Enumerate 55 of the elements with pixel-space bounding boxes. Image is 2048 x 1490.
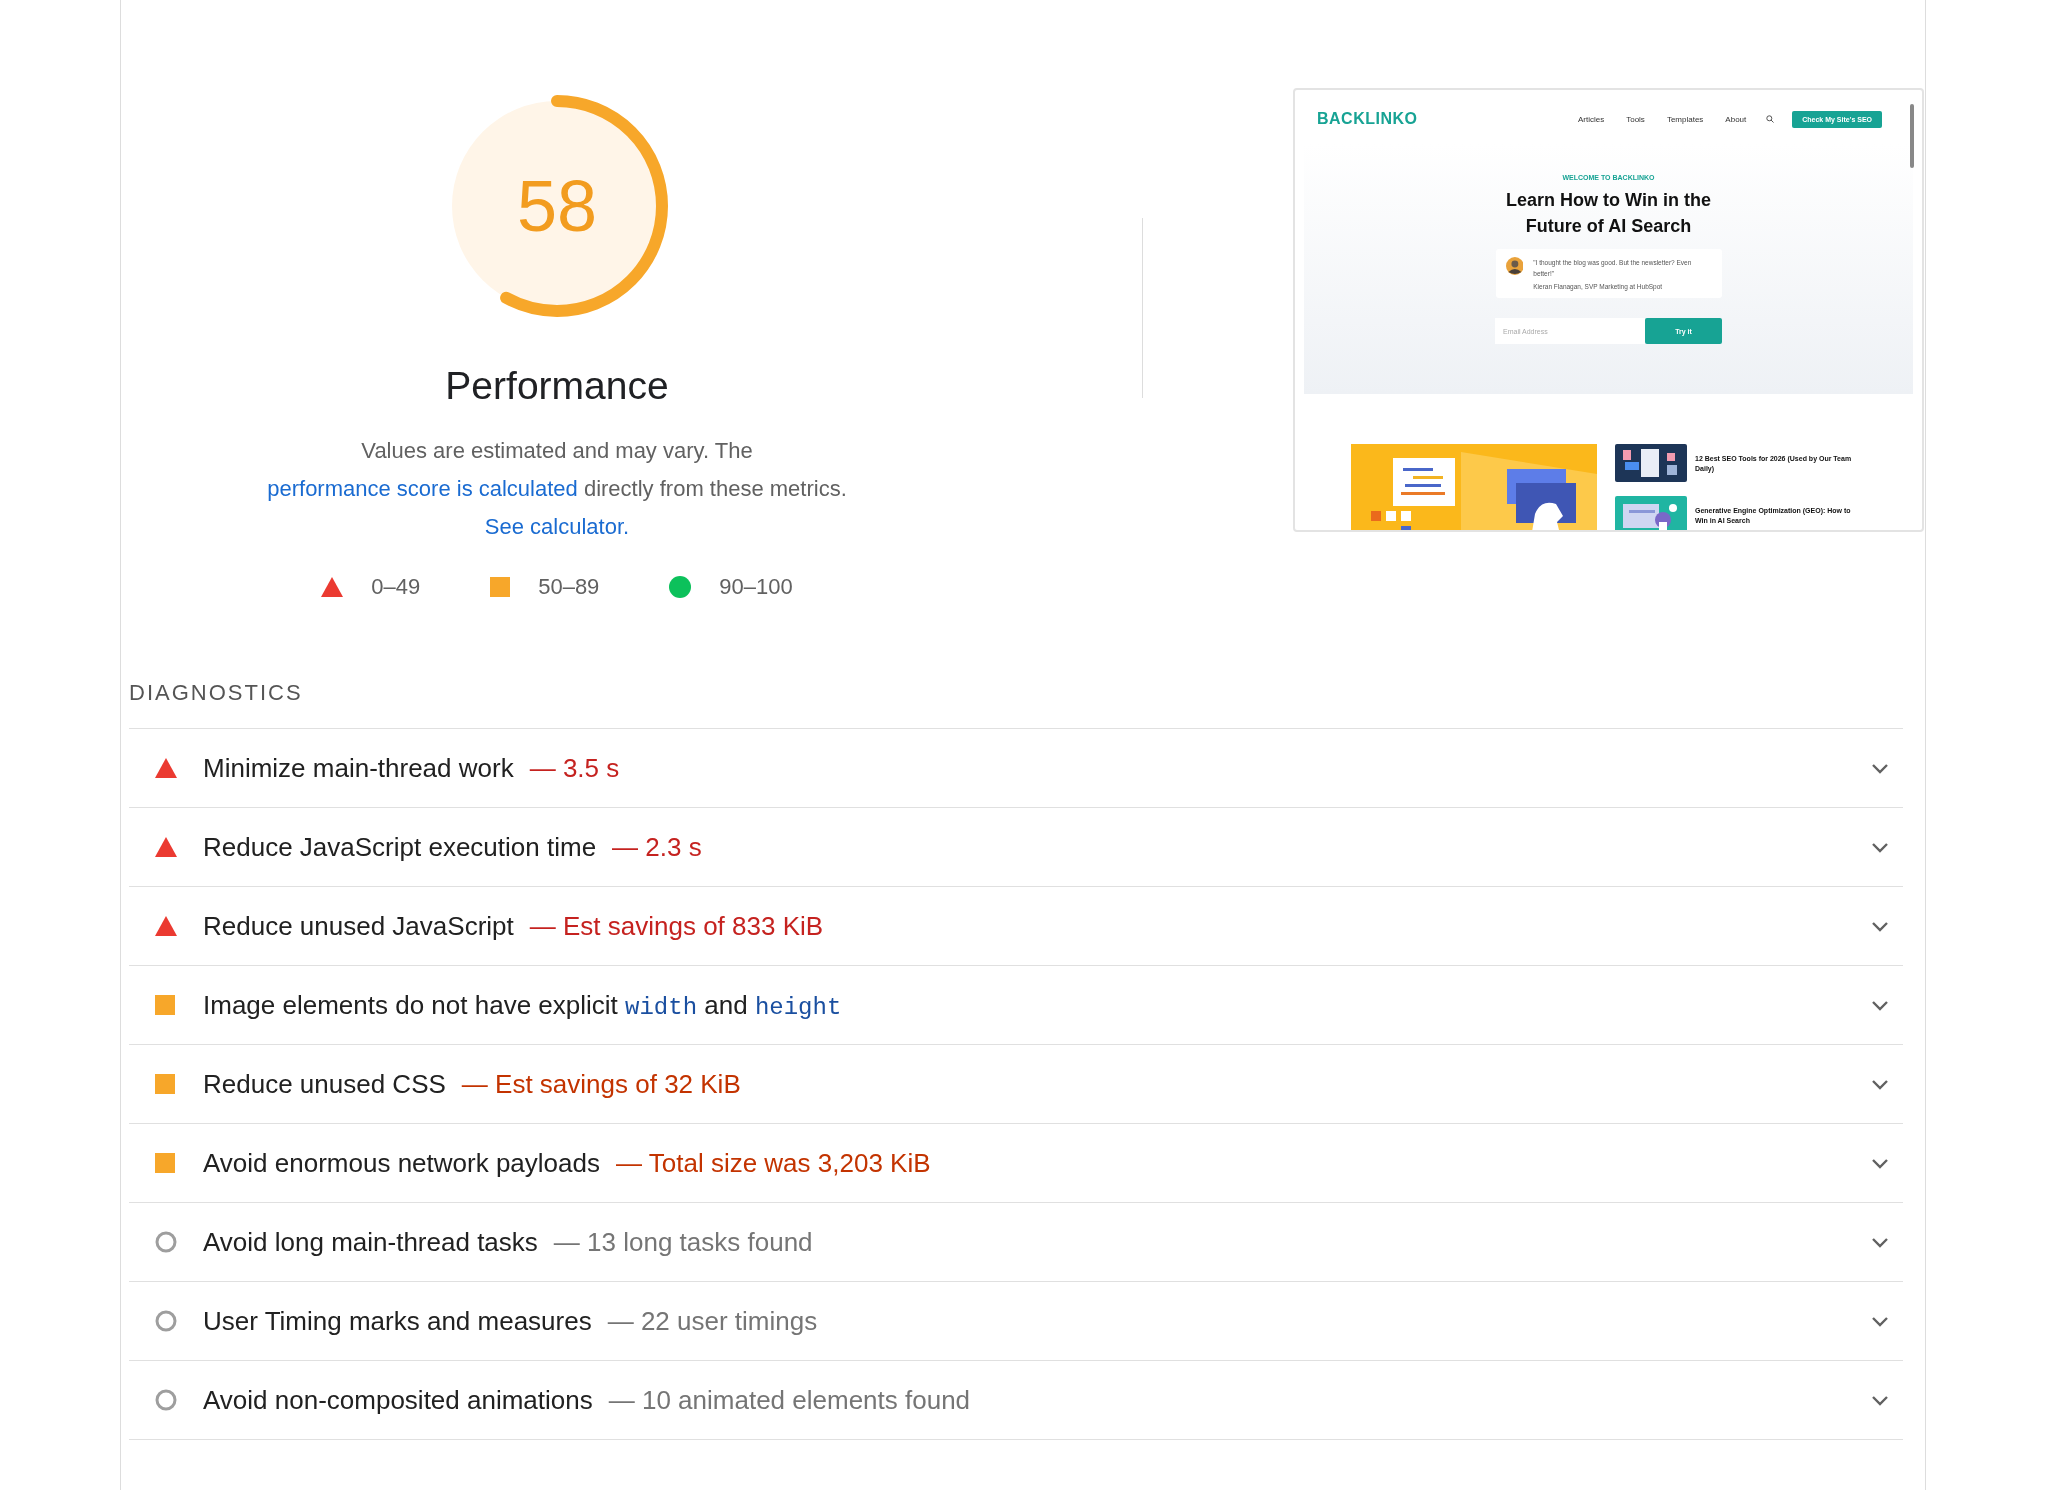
diagnostic-detail: — Total size was 3,203 KiB: [616, 1147, 931, 1179]
diagnostic-title: Minimize main-thread work: [203, 752, 514, 784]
search-icon[interactable]: [1766, 115, 1775, 123]
diagnostic-title: Avoid long main-thread tasks: [203, 1226, 538, 1258]
chevron-down-icon[interactable]: [1871, 1315, 1889, 1327]
triangle-icon: [155, 916, 177, 936]
diagnostic-detail: — 22 user timings: [607, 1305, 818, 1337]
site-nav-link[interactable]: Templates: [1666, 114, 1704, 124]
hero-headline: Learn How to Win in the Future of AI Search: [1505, 189, 1712, 238]
diagnostic-detail: — 2.3 s: [612, 831, 702, 863]
square-icon: [490, 577, 511, 597]
legend-label: 50–89: [538, 574, 600, 600]
chevron-down-icon[interactable]: [1871, 841, 1889, 853]
legend-label: 0–49: [371, 574, 421, 600]
diagnostic-title: Reduce JavaScript execution time: [203, 831, 597, 863]
square-icon: [155, 1153, 175, 1173]
circle-icon: [669, 576, 692, 598]
category-title: Performance: [445, 364, 669, 408]
legend-label: 90–100: [719, 574, 793, 600]
diagnostic-title: Reduce unused CSS: [203, 1068, 446, 1100]
scrollbar-thumb[interactable]: [1910, 104, 1914, 168]
site-nav-link[interactable]: About: [1725, 114, 1747, 124]
chevron-down-icon[interactable]: [1871, 1236, 1889, 1248]
diagnostic-detail: — Est savings of 833 KiB: [529, 910, 824, 942]
diagnostic-detail: — 3.5 s: [529, 752, 620, 784]
diagnostic-detail: — Est savings of 32 KiB: [461, 1068, 741, 1100]
circle-outline-icon: [155, 1389, 177, 1411]
diagnostic-title: Image elements do not have explicit width and height: [203, 989, 842, 1021]
avatar-icon: [1505, 257, 1524, 275]
description-link[interactable]: performance score is calculated: [267, 476, 578, 501]
triangle-icon: [155, 837, 177, 857]
triangle-icon: [155, 758, 177, 778]
circle-outline-icon: [155, 1310, 177, 1332]
chevron-down-icon[interactable]: [1871, 1157, 1889, 1169]
circle-outline-icon: [155, 1231, 177, 1253]
chevron-down-icon[interactable]: [1871, 999, 1889, 1011]
diagnostic-detail: — 10 animated elements found: [608, 1384, 971, 1416]
section-heading: DIAGNOSTICS: [129, 680, 303, 706]
chevron-down-icon[interactable]: [1871, 1078, 1889, 1090]
diagnostic-title: User Timing marks and measures: [203, 1305, 592, 1337]
site-nav-link[interactable]: Tools: [1626, 114, 1645, 124]
diagnostic-title: Avoid non-composited animations: [203, 1384, 593, 1416]
site-nav-link[interactable]: Articles: [1577, 114, 1605, 124]
diagnostic-title: Reduce unused JavaScript: [203, 910, 514, 942]
chevron-down-icon[interactable]: [1871, 920, 1889, 932]
description-link[interactable]: See calculator.: [484, 514, 630, 539]
square-icon: [155, 995, 175, 1015]
chevron-down-icon[interactable]: [1871, 1394, 1889, 1406]
description-text: Values are estimated and may vary. The performance score is calculated directly from these metrics. See calculator.: [266, 437, 848, 541]
triangle-icon: [321, 577, 344, 597]
chevron-down-icon[interactable]: [1871, 762, 1889, 774]
square-icon: [155, 1074, 175, 1094]
diagnostic-detail: — 13 long tasks found: [553, 1226, 813, 1258]
diagnostic-title: Avoid enormous network payloads: [203, 1147, 600, 1179]
score-value: 58: [516, 170, 598, 242]
